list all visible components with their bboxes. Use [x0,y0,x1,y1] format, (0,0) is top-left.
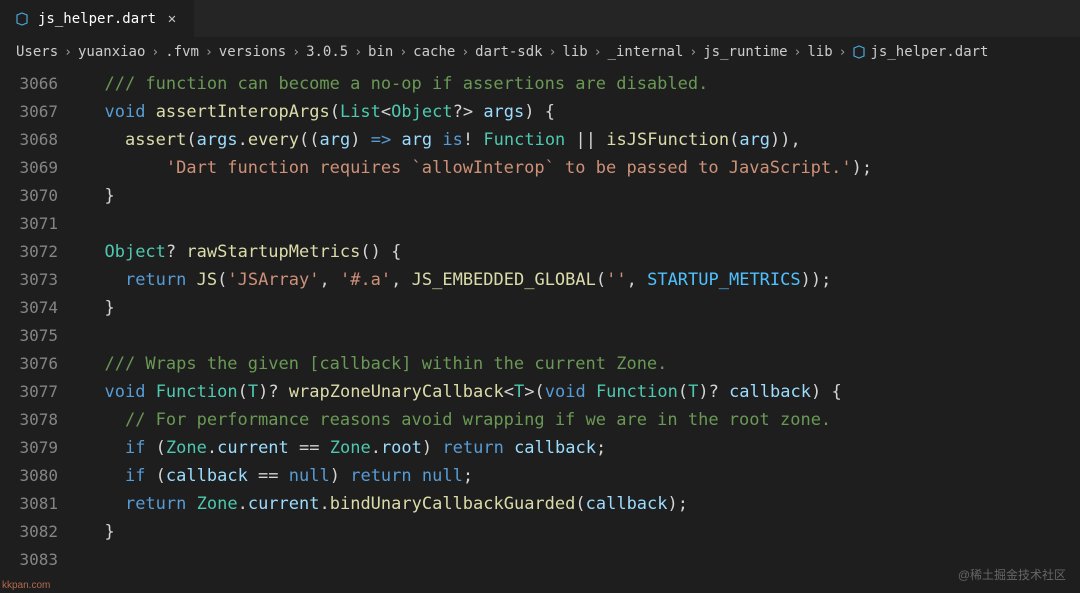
line-number: 3076 [0,350,84,378]
close-icon[interactable]: ✕ [164,11,180,27]
line-number: 3078 [0,406,84,434]
dart-file-icon [14,11,30,27]
code-line[interactable]: 3077 void Function(T)? wrapZoneUnaryCall… [0,378,1080,406]
code-content[interactable]: if (callback == null) return null; [84,462,473,490]
dart-file-icon [852,45,866,59]
code-line[interactable]: 3074 } [0,294,1080,322]
line-number: 3068 [0,126,84,154]
chevron-right-icon: › [549,45,557,60]
chevron-right-icon: › [689,45,697,60]
code-content[interactable]: assert(args.every((arg) => arg is! Funct… [84,126,801,154]
line-number: 3080 [0,462,84,490]
code-line[interactable]: 3078 // For performance reasons avoid wr… [0,406,1080,434]
chevron-right-icon: › [399,45,407,60]
code-line[interactable]: 3067 void assertInteropArgs(List<Object?… [0,98,1080,126]
breadcrumb-segment[interactable]: versions [219,44,286,60]
breadcrumb-segment[interactable]: lib [807,44,832,60]
tab-bar: js_helper.dart ✕ [0,0,1080,38]
line-number: 3083 [0,546,84,574]
code-content[interactable]: 'Dart function requires `allowInterop` t… [84,154,872,182]
line-number: 3081 [0,490,84,518]
code-line[interactable]: 3072 Object? rawStartupMetrics() { [0,238,1080,266]
code-line[interactable]: 3066 /// function can become a no-op if … [0,70,1080,98]
code-content[interactable]: } [84,518,115,546]
code-line[interactable]: 3083 [0,546,1080,574]
watermark: @稀土掘金技术社区 [958,566,1066,583]
breadcrumb-segment[interactable]: _internal [608,44,684,60]
chevron-right-icon: › [354,45,362,60]
code-line[interactable]: 3071 [0,210,1080,238]
chevron-right-icon: › [151,45,159,60]
breadcrumb-segment[interactable]: lib [562,44,587,60]
breadcrumb-segment[interactable]: yuanxiao [78,44,145,60]
line-number: 3067 [0,98,84,126]
code-content[interactable]: // For performance reasons avoid wrappin… [84,406,831,434]
code-content[interactable]: /// function can become a no-op if asser… [84,70,708,98]
code-line[interactable]: 3075 [0,322,1080,350]
line-number: 3082 [0,518,84,546]
chevron-right-icon: › [205,45,213,60]
breadcrumb-segment[interactable]: Users [16,44,58,60]
breadcrumb[interactable]: Users › yuanxiao › .fvm › versions › 3.0.5 › bin › c… [0,38,1080,66]
code-line[interactable]: 3076 /// Wraps the given [callback] with… [0,350,1080,378]
code-line[interactable]: 3081 return Zone.current.bindUnaryCallba… [0,490,1080,518]
chevron-right-icon: › [64,45,72,60]
code-content[interactable]: } [84,294,115,322]
breadcrumb-segment[interactable]: bin [368,44,393,60]
chevron-right-icon: › [461,45,469,60]
code-line[interactable]: 3082 } [0,518,1080,546]
editor-tab[interactable]: js_helper.dart ✕ [0,0,195,37]
line-number: 3077 [0,378,84,406]
code-line[interactable]: 3070 } [0,182,1080,210]
line-number: 3073 [0,266,84,294]
line-number: 3075 [0,322,84,350]
code-editor[interactable]: 3066 /// function can become a no-op if … [0,66,1080,574]
breadcrumb-segment[interactable]: 3.0.5 [306,44,348,60]
line-number: 3079 [0,434,84,462]
code-content[interactable]: if (Zone.current == Zone.root) return ca… [84,434,606,462]
chevron-right-icon: › [839,45,847,60]
code-content[interactable]: } [84,182,115,210]
code-line[interactable]: 3079 if (Zone.current == Zone.root) retu… [0,434,1080,462]
chevron-right-icon: › [794,45,802,60]
breadcrumb-segment[interactable]: .fvm [165,44,199,60]
code-content[interactable]: void assertInteropArgs(List<Object?> arg… [84,98,555,126]
breadcrumb-segment[interactable]: cache [413,44,455,60]
line-number: 3071 [0,210,84,238]
chevron-right-icon: › [292,45,300,60]
watermark-bottomleft: kkpan.com [2,580,50,591]
code-line[interactable]: 3068 assert(args.every((arg) => arg is! … [0,126,1080,154]
code-content[interactable]: return JS('JSArray', '#.a', JS_EMBEDDED_… [84,266,831,294]
line-number: 3066 [0,70,84,98]
breadcrumb-segment[interactable]: dart-sdk [475,44,542,60]
line-number: 3070 [0,182,84,210]
code-content[interactable]: void Function(T)? wrapZoneUnaryCallback<… [84,378,842,406]
chevron-right-icon: › [594,45,602,60]
line-number: 3074 [0,294,84,322]
code-line[interactable]: 3080 if (callback == null) return null; [0,462,1080,490]
breadcrumb-file[interactable]: js_helper.dart [852,44,988,60]
code-content[interactable]: Object? rawStartupMetrics() { [84,238,401,266]
line-number: 3072 [0,238,84,266]
breadcrumb-segment[interactable]: js_runtime [703,44,787,60]
code-line[interactable]: 3073 return JS('JSArray', '#.a', JS_EMBE… [0,266,1080,294]
tab-filename: js_helper.dart [38,11,156,27]
line-number: 3069 [0,154,84,182]
code-content[interactable]: return Zone.current.bindUnaryCallbackGua… [84,490,688,518]
code-content[interactable]: /// Wraps the given [callback] within th… [84,350,667,378]
code-line[interactable]: 3069 'Dart function requires `allowInter… [0,154,1080,182]
